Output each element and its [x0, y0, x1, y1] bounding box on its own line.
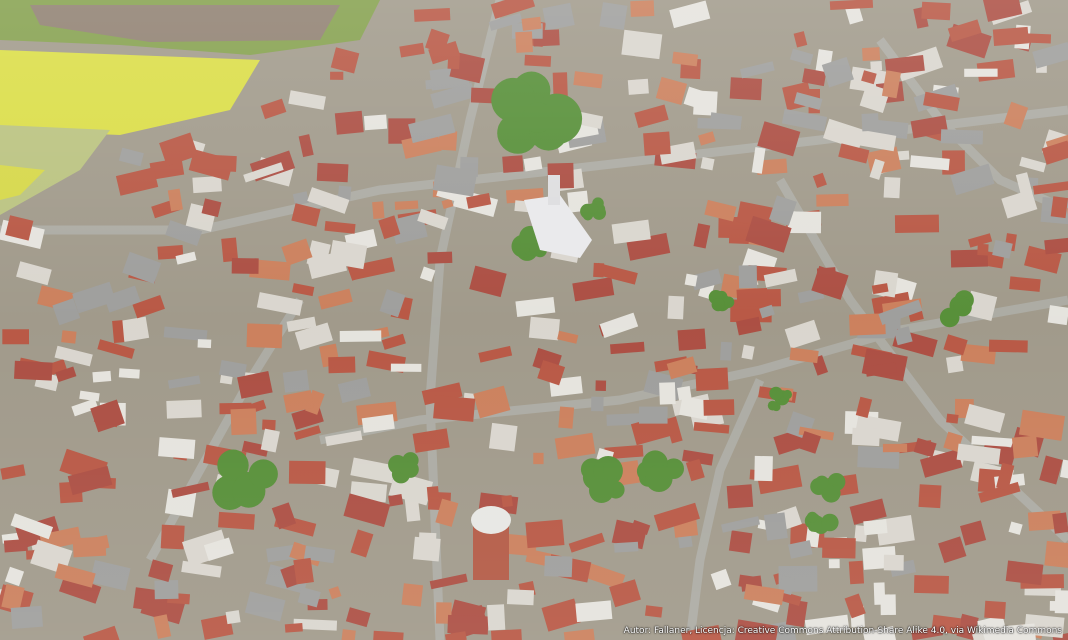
atmospheric-haze — [0, 0, 1068, 640]
photo-credit: Autor: Fallaner, Licencja: Creative Comm… — [623, 626, 1062, 636]
aerial-town-scene — [0, 0, 1068, 640]
aerial-town-photo: Autor: Fallaner, Licencja: Creative Comm… — [0, 0, 1068, 640]
